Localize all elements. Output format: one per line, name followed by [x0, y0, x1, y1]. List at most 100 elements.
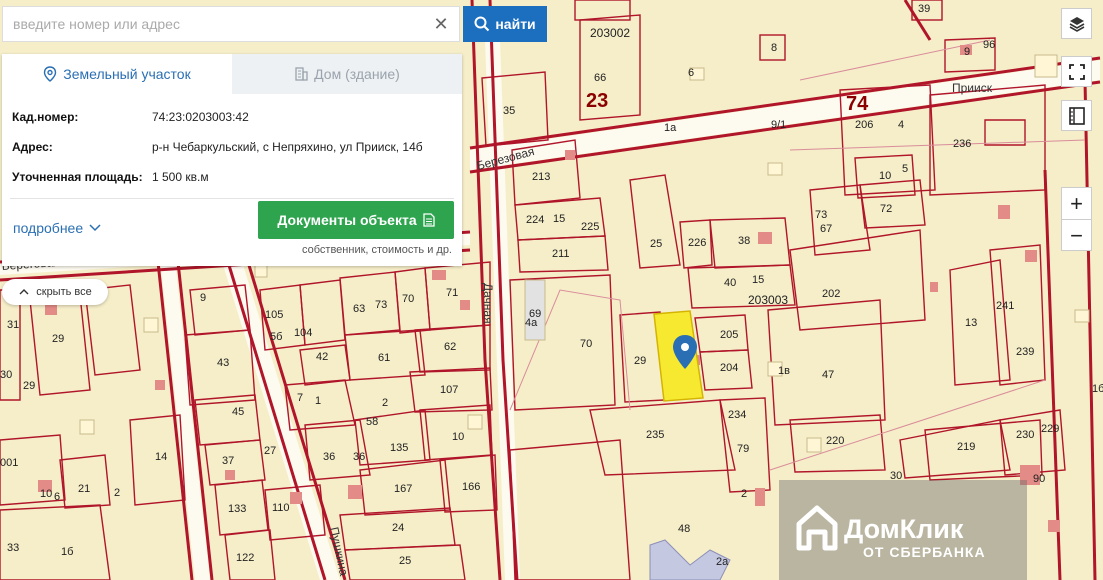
zoom-control: + −: [1061, 187, 1092, 251]
find-button-label: найти: [495, 16, 536, 32]
parcel-number: 40: [724, 277, 736, 289]
parcel-number: 133: [228, 503, 246, 515]
fullscreen-button[interactable]: [1061, 56, 1092, 87]
parcel-number: 66: [594, 72, 606, 84]
parcel-number: 229: [1041, 423, 1059, 435]
parcel-number: 29: [23, 380, 35, 392]
parcel-number: 36: [323, 451, 335, 463]
parcel-number: 25: [650, 238, 662, 250]
parcel-number: 73: [815, 209, 827, 221]
parcel-number: 15: [553, 213, 565, 225]
cad-number-value: 74:23:0203003:42: [152, 110, 249, 124]
fullscreen-icon: [1068, 63, 1085, 80]
documents-button[interactable]: Документы объекта: [258, 201, 454, 239]
layers-button[interactable]: [1061, 8, 1092, 39]
parcel-number: 63: [353, 303, 365, 315]
parcel-number: 6: [688, 67, 694, 79]
address-label: Адрес:: [12, 140, 53, 154]
street-priisk: Прииск: [952, 81, 993, 95]
tab-building[interactable]: Дом (здание): [232, 54, 462, 94]
parcel-number: 001: [0, 457, 18, 469]
parcel-info-panel: Земельный участок Дом (здание) Кад.номер…: [2, 54, 462, 266]
logo-title: ДомКлик: [844, 514, 964, 544]
parcel-number: 107: [440, 384, 458, 396]
parcel-number: 6: [54, 491, 60, 503]
parcel-number: 1а: [664, 122, 677, 134]
parcel-number: 21: [78, 483, 90, 495]
parcel-number: 33: [7, 542, 19, 554]
parcel-number: 219: [957, 441, 975, 453]
parcel-number: 29: [634, 355, 646, 367]
block-label-74: 74: [846, 93, 869, 115]
parcel-number: 241: [996, 300, 1014, 312]
parcel-number: 27: [264, 445, 276, 457]
parcel-number: 213: [532, 171, 550, 183]
parcel-number: 9/1: [771, 119, 786, 131]
parcel-number: 167: [394, 483, 412, 495]
address-row: Адрес: р-н Чебаркульский, с Непряхино, у…: [12, 132, 452, 162]
hide-all-button[interactable]: скрыть все: [2, 279, 108, 305]
zoom-out-button[interactable]: −: [1062, 220, 1091, 251]
block-label-23: 23: [586, 90, 608, 112]
layers-icon: [1069, 16, 1084, 32]
parcel-number: 5б: [270, 331, 282, 343]
parcel-number: 8: [771, 42, 777, 54]
parcel-number: 1б: [1092, 383, 1103, 395]
cad-number-label: Кад.номер:: [12, 110, 79, 124]
parcel-number: 2а: [716, 556, 729, 568]
logo-subtitle: ОТ СБЕРБАНКА: [863, 544, 986, 560]
location-pin-icon: [44, 66, 57, 82]
ruler-icon: [1068, 106, 1085, 125]
parcel-number: 1: [315, 395, 321, 407]
parcel-number: 67: [820, 223, 832, 235]
area-value: 1 500 кв.м: [152, 170, 209, 184]
house-logo-icon: [796, 505, 838, 551]
chevron-up-icon: [19, 289, 29, 295]
parcel-number: 79: [737, 443, 749, 455]
parcel-number: 2: [114, 487, 120, 499]
clear-icon[interactable]: ✕: [431, 14, 451, 34]
more-details-label: подробнее: [13, 220, 84, 236]
cad-block-203002: 203002: [590, 26, 630, 40]
parcel-number: 25: [399, 555, 411, 567]
parcel-number: 9: [200, 292, 206, 304]
cad-number-row: Кад.номер: 74:23:0203003:42: [12, 102, 452, 132]
parcel-number: 202: [822, 288, 840, 300]
parcel-number: 35: [503, 105, 515, 117]
parcel-number: 4: [898, 119, 904, 131]
parcel-number: 96: [983, 39, 995, 51]
parcel-number: 24: [392, 522, 404, 534]
search-input[interactable]: [11, 8, 425, 40]
parcel-number: 4а: [525, 317, 538, 329]
find-button[interactable]: найти: [463, 6, 547, 42]
street-dachnaya: Дачная: [481, 283, 495, 324]
parcel-number: 225: [581, 221, 599, 233]
parcel-number: 47: [822, 369, 834, 381]
building-icon: [295, 67, 308, 81]
parcel-number: 29: [52, 333, 64, 345]
documents-button-label: Документы объекта: [277, 212, 417, 228]
parcel-number: 62: [444, 341, 456, 353]
address-value: р-н Чебаркульский, с Непряхино, ул Приис…: [152, 140, 423, 154]
document-icon: [422, 213, 435, 227]
parcel-number: 110: [272, 502, 290, 514]
parcel-number: 73: [375, 299, 387, 311]
tab-building-label: Дом (здание): [314, 66, 400, 82]
parcel-number: 10: [879, 170, 891, 182]
more-details-link[interactable]: подробнее: [13, 220, 102, 236]
domclick-logo: ДомКлик ОТ СБЕРБАНКА: [779, 480, 1027, 580]
search-bar: ✕: [2, 6, 460, 42]
parcel-number: 45: [232, 406, 244, 418]
parcel-number: 14: [155, 451, 167, 463]
zoom-in-button[interactable]: +: [1062, 188, 1091, 220]
parcel-number: 236: [953, 138, 971, 150]
divider: [10, 198, 454, 199]
parcel-number: 204: [720, 362, 738, 374]
parcel-number: 42: [316, 351, 328, 363]
parcel-number: 70: [580, 338, 592, 350]
parcel-number: 90: [1033, 473, 1045, 485]
parcel-number: 7: [297, 392, 303, 404]
tab-land-parcel[interactable]: Земельный участок: [2, 54, 232, 94]
ruler-button[interactable]: [1061, 100, 1092, 131]
parcel-number: 30: [0, 369, 12, 381]
